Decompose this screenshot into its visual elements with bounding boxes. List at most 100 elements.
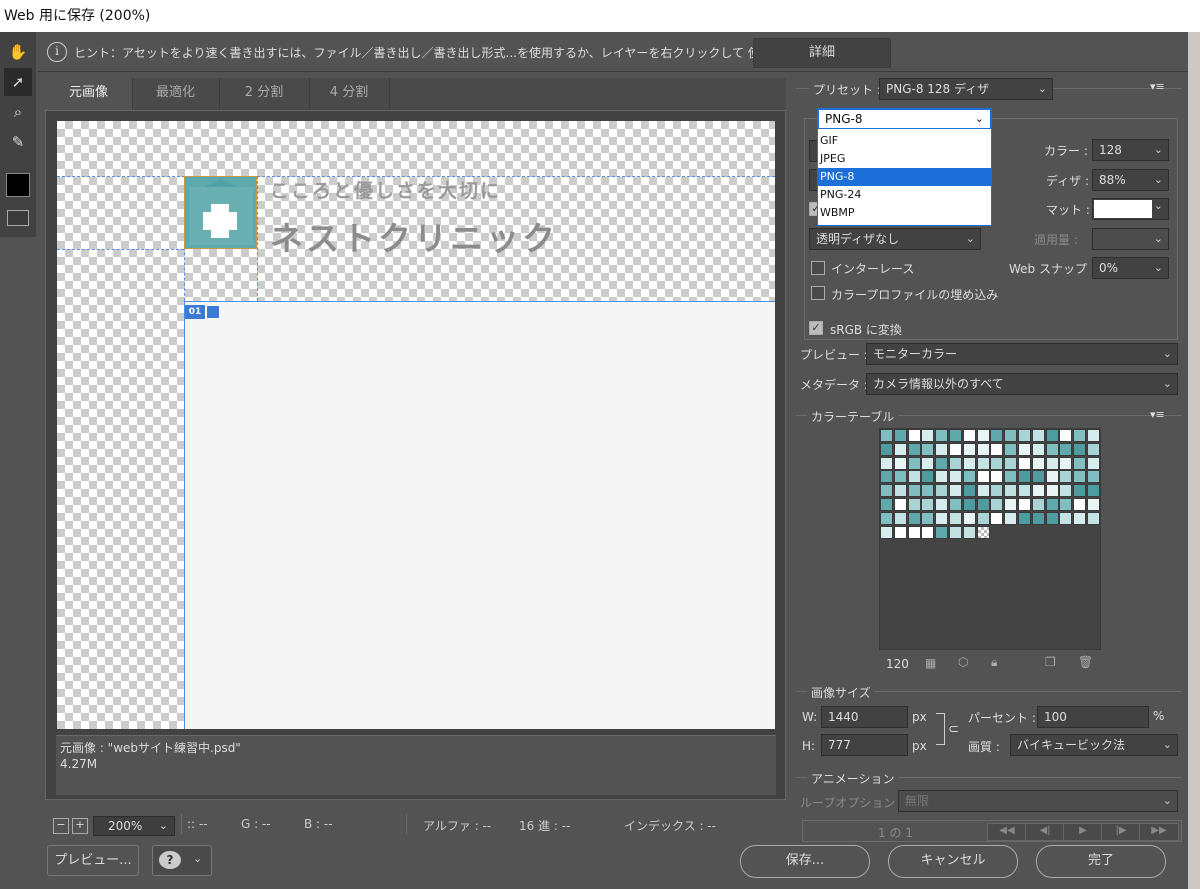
- zoom-tool-icon[interactable]: ⌕: [4, 98, 32, 126]
- color-table-swatch[interactable]: [1073, 484, 1087, 498]
- color-table-swatch[interactable]: [907, 470, 921, 484]
- color-table-swatch[interactable]: [935, 511, 949, 525]
- amount-select[interactable]: ⌄: [1092, 228, 1169, 250]
- lock-color-icon[interactable]: 🔒︎: [991, 655, 997, 670]
- zoom-out-button[interactable]: −: [53, 818, 69, 834]
- color-table-swatch[interactable]: [990, 511, 1004, 525]
- color-table-swatch[interactable]: [990, 498, 1004, 511]
- color-table-swatch[interactable]: [1031, 429, 1045, 442]
- color-table-swatch[interactable]: [949, 498, 962, 511]
- color-table-swatch[interactable]: [935, 456, 949, 470]
- color-table-swatch[interactable]: [907, 442, 921, 456]
- color-table-swatch[interactable]: [880, 470, 893, 484]
- color-table-swatch[interactable]: [935, 470, 949, 484]
- color-table-swatch[interactable]: [1004, 511, 1018, 525]
- eyedropper-tool-icon[interactable]: ✎: [4, 128, 32, 156]
- color-table-swatch[interactable]: [1031, 442, 1045, 456]
- color-table-swatch[interactable]: [935, 525, 949, 539]
- color-table-swatch[interactable]: [990, 429, 1004, 442]
- hand-tool-icon[interactable]: ✋: [4, 38, 32, 66]
- done-button[interactable]: 完了: [1036, 845, 1166, 878]
- transparency-dither-select[interactable]: 透明ディザなし ⌄: [809, 228, 981, 250]
- color-table-swatch[interactable]: [907, 511, 921, 525]
- color-table-swatch[interactable]: [907, 525, 921, 539]
- color-table-swatch[interactable]: [1045, 429, 1059, 442]
- color-table-swatch[interactable]: [1018, 511, 1031, 525]
- color-table-swatch[interactable]: [880, 525, 893, 539]
- preview-button[interactable]: プレビュー...: [47, 845, 139, 876]
- color-table-swatch[interactable]: [1087, 484, 1100, 498]
- detail-button[interactable]: 詳細: [753, 38, 891, 68]
- format-option-gif[interactable]: GIF: [818, 132, 991, 150]
- web-shift-icon[interactable]: ⬡: [958, 655, 968, 669]
- color-table-swatch[interactable]: [921, 470, 935, 484]
- format-select[interactable]: PNG-8 ⌄: [818, 109, 991, 129]
- color-table-swatch[interactable]: [1031, 498, 1045, 511]
- format-option-png24[interactable]: PNG-24: [818, 186, 991, 204]
- color-table-swatch[interactable]: [976, 525, 990, 539]
- color-table-swatch[interactable]: [1059, 484, 1073, 498]
- color-table-swatch[interactable]: [921, 525, 935, 539]
- color-table-swatch[interactable]: [1059, 442, 1073, 456]
- color-table-swatch[interactable]: [1018, 470, 1031, 484]
- zoom-select[interactable]: 200% ⌄: [93, 816, 175, 836]
- color-table-swatch[interactable]: [949, 470, 962, 484]
- color-table-swatch[interactable]: [962, 442, 976, 456]
- color-table-swatch[interactable]: [1031, 484, 1045, 498]
- color-table-swatch[interactable]: [962, 470, 976, 484]
- color-table-swatch[interactable]: [976, 484, 990, 498]
- color-table-swatch[interactable]: [1004, 442, 1018, 456]
- color-table-swatch[interactable]: [1031, 470, 1045, 484]
- color-table-swatch[interactable]: [1004, 498, 1018, 511]
- color-table-swatch[interactable]: [976, 498, 990, 511]
- color-table-swatch[interactable]: [893, 456, 907, 470]
- color-table-swatch[interactable]: [1087, 498, 1100, 511]
- zoom-in-button[interactable]: +: [72, 818, 88, 834]
- color-table-swatch[interactable]: [880, 442, 893, 456]
- color-table-swatch[interactable]: [949, 429, 962, 442]
- color-table-swatch[interactable]: [907, 429, 921, 442]
- color-table-swatch[interactable]: [880, 511, 893, 525]
- tab-2up[interactable]: 2 分割: [219, 78, 310, 110]
- color-table-swatch[interactable]: [1004, 484, 1018, 498]
- tab-original[interactable]: 元画像: [45, 78, 133, 110]
- color-table-swatch[interactable]: [907, 456, 921, 470]
- next-frame-button[interactable]: |▶: [1101, 823, 1141, 841]
- interlace-checkbox[interactable]: [811, 261, 825, 275]
- color-table-swatch[interactable]: [976, 442, 990, 456]
- format-option-wbmp[interactable]: WBMP: [818, 204, 991, 222]
- color-table-swatch[interactable]: [949, 511, 962, 525]
- color-table-swatch[interactable]: [1045, 498, 1059, 511]
- color-table-swatch[interactable]: [990, 456, 1004, 470]
- color-table-swatch[interactable]: [1031, 511, 1045, 525]
- color-table-swatch[interactable]: [990, 442, 1004, 456]
- color-table-swatch[interactable]: [893, 442, 907, 456]
- matte-select[interactable]: ⌄: [1092, 198, 1169, 220]
- first-frame-button[interactable]: ◀◀: [987, 823, 1027, 841]
- embed-profile-checkbox[interactable]: [811, 286, 825, 300]
- quality-select[interactable]: バイキュービック法 ⌄: [1010, 734, 1178, 756]
- color-table-swatch[interactable]: [1059, 429, 1073, 442]
- color-table-swatch[interactable]: [962, 484, 976, 498]
- color-table-swatch[interactable]: [1087, 511, 1100, 525]
- color-table-swatch[interactable]: [949, 525, 962, 539]
- loop-select[interactable]: 無限 ⌄: [898, 790, 1178, 812]
- color-table-menu-icon[interactable]: ▾≡: [1150, 408, 1165, 421]
- color-table-swatch[interactable]: [1045, 470, 1059, 484]
- color-table-swatch[interactable]: [1059, 456, 1073, 470]
- color-table-swatch[interactable]: [880, 484, 893, 498]
- dither-select[interactable]: 88% ⌄: [1092, 169, 1169, 191]
- srgb-checkbox[interactable]: ✓: [809, 321, 823, 335]
- color-table-swatch[interactable]: [893, 484, 907, 498]
- color-table-swatch[interactable]: [1059, 511, 1073, 525]
- websnap-select[interactable]: 0% ⌄: [1092, 257, 1169, 279]
- color-table-swatch[interactable]: [962, 429, 976, 442]
- eyedropper-color-swatch[interactable]: [6, 173, 30, 197]
- tab-optimized[interactable]: 最適化: [132, 78, 220, 110]
- color-table-swatch[interactable]: [1004, 470, 1018, 484]
- format-option-png8[interactable]: PNG-8: [818, 168, 991, 186]
- height-input[interactable]: 777: [821, 734, 908, 756]
- color-table-swatch[interactable]: [1045, 442, 1059, 456]
- color-table-grid[interactable]: [879, 428, 1101, 650]
- color-table-swatch[interactable]: [907, 498, 921, 511]
